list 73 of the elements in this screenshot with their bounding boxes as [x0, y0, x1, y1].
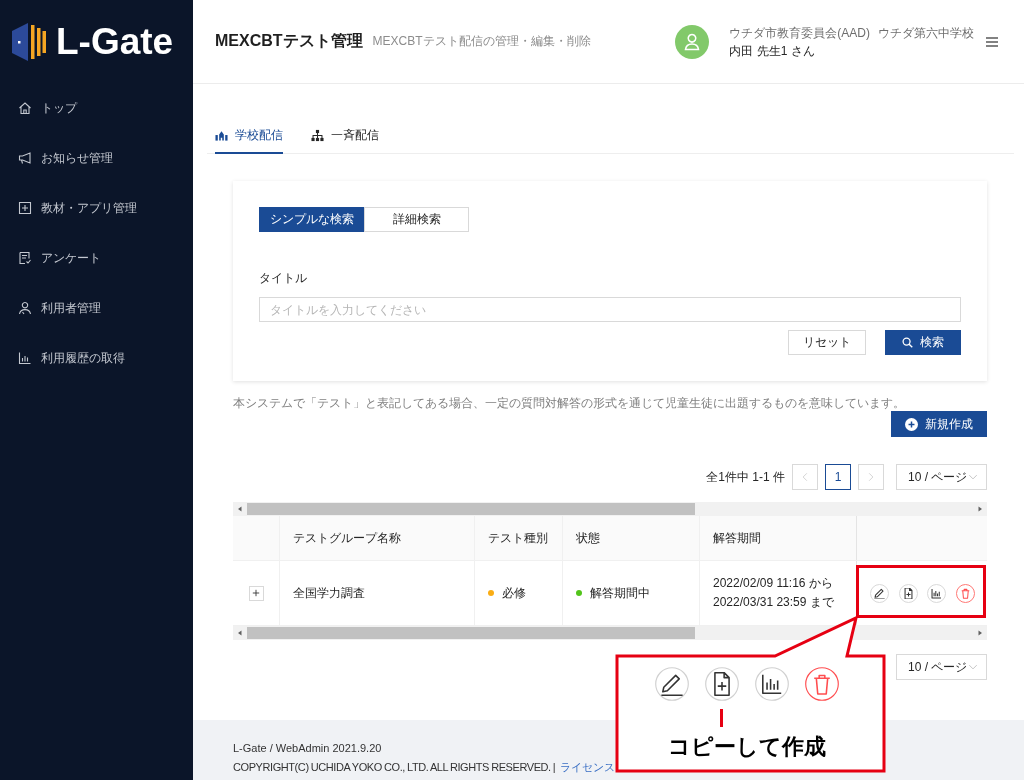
title-input-field[interactable]: タイトルを入力してください: [259, 297, 961, 322]
plus-icon: [252, 589, 260, 597]
hierarchy-icon: [311, 128, 324, 142]
page-size-select[interactable]: 10 / ページ: [896, 654, 987, 680]
file-plus-icon: [902, 587, 914, 599]
license-link[interactable]: ライセンス: [560, 761, 616, 773]
notice-text: 本システムで「テスト」と表記してある場合、一定の質問対解答の形式を通じて児童生徒に出題するものを意味しています。: [233, 396, 905, 410]
copyright-text: COPYRIGHT(C) UCHIDA YOKO CO., LTD. ALL RIGHTS RESERVED. | ライセンス: [233, 761, 616, 773]
chevron-down-icon: [968, 474, 978, 480]
avatar-icon[interactable]: [675, 24, 710, 59]
reset-button[interactable]: リセット: [788, 330, 866, 355]
type-label: 必修: [502, 584, 526, 602]
column-header: 解答期間: [713, 529, 761, 547]
edit-button[interactable]: [870, 583, 889, 603]
callout-caption: コピーして作成: [667, 733, 826, 761]
field-label: タイトル: [259, 271, 307, 285]
home-icon: [18, 101, 32, 115]
trash-icon: [959, 587, 971, 599]
chevron-right-icon: [868, 472, 874, 482]
table-cell: 全国学力調査: [293, 584, 365, 602]
page-size-select[interactable]: 10 / ページ: [896, 464, 987, 490]
chevron-left-icon: [802, 472, 808, 482]
horizontal-scrollbar[interactable]: [233, 626, 987, 640]
version-text: L-Gate / WebAdmin 2021.9.20: [233, 742, 382, 754]
user-name: 内田 先生1 さん: [729, 42, 816, 60]
page-title: MEXCBTテスト管理: [215, 31, 363, 51]
pencil-icon: [654, 667, 689, 701]
school-name: ウチダ第六中学校: [878, 24, 974, 42]
scrollbar-thumb[interactable]: [247, 627, 695, 639]
scrollbar-thumb[interactable]: [247, 503, 695, 515]
expand-button[interactable]: [248, 585, 264, 601]
bar-chart-icon: [931, 587, 942, 599]
document-icon: [18, 251, 32, 265]
tab[interactable]: 学校配信: [215, 118, 283, 154]
tab[interactable]: 一斉配信: [311, 118, 379, 154]
sidebar-item[interactable]: 利用者管理: [0, 283, 193, 333]
statistics-button[interactable]: [927, 583, 946, 603]
create-button[interactable]: 新規作成: [891, 411, 987, 437]
plus-circle-icon: [905, 417, 918, 431]
bar-chart-icon: [754, 667, 789, 701]
status-label: 解答期間中: [590, 584, 650, 602]
page-button[interactable]: 1: [825, 464, 851, 490]
horizontal-scrollbar[interactable]: [233, 502, 987, 516]
file-plus-icon: [704, 667, 739, 701]
copy-button[interactable]: [898, 583, 918, 603]
search-icon: [902, 337, 913, 348]
menu-icon[interactable]: [986, 36, 998, 47]
leader-line: [720, 709, 723, 727]
column-header: テストグループ名称: [293, 529, 401, 547]
building-icon: [215, 128, 228, 142]
bar-chart-icon: [18, 351, 32, 365]
sidebar-item[interactable]: 利用履歴の取得: [0, 333, 193, 383]
search-button[interactable]: 検索: [885, 330, 961, 355]
trash-icon: [804, 667, 839, 701]
column-header: 状態: [576, 529, 600, 547]
sidebar-item[interactable]: 教材・アプリ管理: [0, 183, 193, 233]
logo-text: L-Gate: [56, 21, 174, 62]
pagination-summary: 全1件中 1-1 件: [706, 468, 785, 486]
search-mode-tab[interactable]: 詳細検索: [364, 207, 469, 232]
sidebar-item[interactable]: お知らせ管理: [0, 133, 193, 183]
sidebar-item[interactable]: トップ: [0, 83, 193, 133]
logo-icon: [12, 21, 46, 62]
chevron-down-icon: [968, 664, 978, 670]
column-header: テスト種別: [488, 529, 548, 547]
table-cell-text: 2022/02/09 11:16 から 2022/03/31 23:59 まで: [713, 575, 834, 611]
sidebar-item[interactable]: アンケート: [0, 233, 193, 283]
search-mode-tab[interactable]: シンプルな検索: [259, 207, 365, 232]
person-icon: [18, 301, 32, 315]
pencil-icon: [874, 587, 885, 599]
megaphone-icon: [18, 151, 32, 165]
page-subtitle: MEXCBTテスト配信の管理・編集・削除: [372, 33, 591, 50]
organization-name: ウチダ市教育委員会(AAD): [729, 24, 870, 42]
delete-button[interactable]: [955, 583, 975, 603]
